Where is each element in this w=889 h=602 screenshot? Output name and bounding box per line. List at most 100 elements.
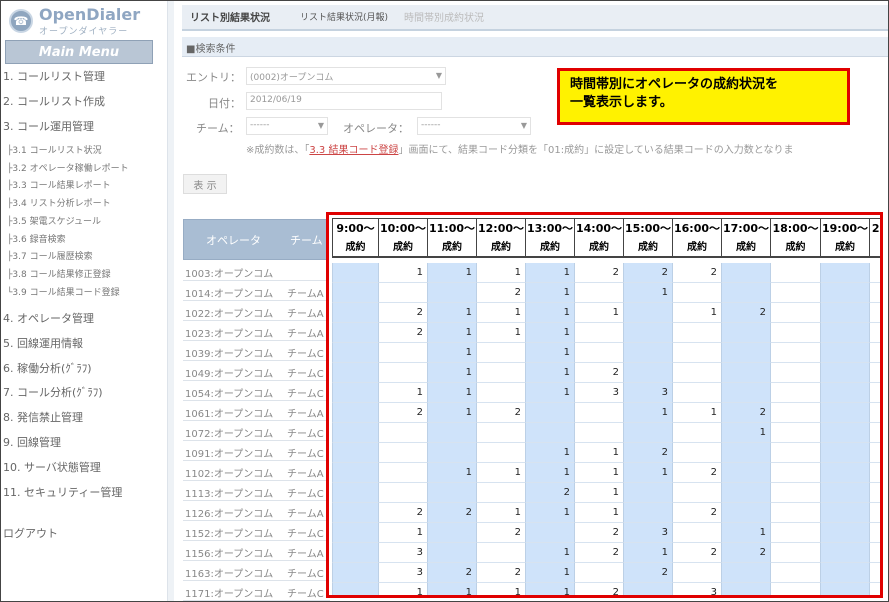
team-name: チームA xyxy=(287,309,324,320)
table-cell xyxy=(770,343,820,363)
table-cell xyxy=(770,443,820,463)
table-cell xyxy=(378,343,427,363)
table-cell: 2 xyxy=(427,503,476,523)
logout-link[interactable]: ログアウト xyxy=(3,525,58,541)
sidebar-subitem[interactable]: ├3.6 録音検索 xyxy=(7,232,66,245)
table-cell: 2 xyxy=(378,303,427,323)
sidebar-subitem[interactable]: ├3.3 コール結果レポート xyxy=(7,178,111,191)
table-cell xyxy=(332,363,378,383)
table-cell xyxy=(869,263,880,283)
table-cell: 1 xyxy=(378,263,427,283)
team-name: チームC xyxy=(287,369,324,380)
table-cell xyxy=(427,543,476,563)
chevron-down-icon: ▼ xyxy=(520,121,527,130)
table-cell: 2 xyxy=(721,543,770,563)
table-cell xyxy=(332,263,378,283)
table-cell xyxy=(770,383,820,403)
result-code-link[interactable]: 3.3 結果コード登録 xyxy=(309,145,398,156)
table-cell xyxy=(672,323,721,343)
sidebar-item-call-operations[interactable]: 3. コール運用管理 xyxy=(3,118,94,134)
entry-select-value: (0002)オープンコム xyxy=(250,73,334,83)
display-button[interactable]: 表 示 xyxy=(183,174,227,194)
table-cell xyxy=(623,423,672,443)
table-cell xyxy=(820,283,869,303)
table-cell xyxy=(820,263,869,283)
sidebar-subitem[interactable]: ├3.7 コール履歴検索 xyxy=(7,249,93,262)
table-cell xyxy=(770,463,820,483)
sidebar-item[interactable]: 8. 発信禁止管理 xyxy=(3,409,83,425)
table-cell xyxy=(820,443,869,463)
date-input[interactable]: 2012/06/19 xyxy=(246,92,442,110)
sidebar-item[interactable]: 5. 回線運用情報 xyxy=(3,335,83,351)
sidebar-item[interactable]: 4. オペレータ管理 xyxy=(3,310,94,326)
sidebar-subitem[interactable]: ├3.2 オペレータ稼働レポート xyxy=(7,161,129,174)
table-cell: 1 xyxy=(525,583,574,595)
table-cell xyxy=(525,423,574,443)
column-header-operator: オペレータ xyxy=(206,234,261,247)
sidebar-item[interactable]: 11. セキュリティー管理 xyxy=(3,484,122,500)
sidebar-item[interactable]: 7. コール分析(ｸﾞﾗﾌ) xyxy=(3,384,103,400)
table-cell: 1 xyxy=(525,263,574,283)
sidebar-subitem[interactable]: ├3.5 架電スケジュール xyxy=(7,214,101,227)
column-header-team: チーム xyxy=(290,234,323,247)
team-name: チームA xyxy=(287,329,324,340)
operator-name: 1156:オープンコム xyxy=(185,549,274,560)
table-cell xyxy=(869,403,880,423)
sidebar-item[interactable]: 10. サーバ状態管理 xyxy=(3,459,101,475)
table-cell xyxy=(820,383,869,403)
operator-select[interactable]: ------ ▼ xyxy=(417,117,531,135)
table-cell xyxy=(869,563,880,583)
team-name: チームC xyxy=(287,389,324,400)
table-cell: 1 xyxy=(525,343,574,363)
table-cell xyxy=(332,463,378,483)
sidebar-item[interactable]: 6. 稼働分析(ｸﾞﾗﾌ) xyxy=(3,360,92,376)
operator-name: 1171:オープンコム xyxy=(185,589,274,600)
table-row: 1102:オープンコム チームA xyxy=(183,461,330,481)
operator-name: 1126:オープンコム xyxy=(185,509,274,520)
logo-subtitle: オープンダイヤラー xyxy=(39,27,129,37)
tab-list-results[interactable]: リスト別結果状況 xyxy=(190,9,270,24)
sidebar: ☎ OpenDialer オープンダイヤラー Main Menu 1. コールリ… xyxy=(1,1,174,601)
tab-hourly-contracts[interactable]: 時間帯別成約状況 xyxy=(404,9,484,24)
table-cell xyxy=(427,443,476,463)
table-cell xyxy=(770,363,820,383)
table-cell xyxy=(770,303,820,323)
table-cell: 1 xyxy=(623,283,672,303)
operator-name: 1014:オープンコム xyxy=(185,289,274,300)
table-cell xyxy=(721,463,770,483)
sidebar-subitem[interactable]: └3.9 コール結果コード登録 xyxy=(7,285,120,298)
table-row: 1091:オープンコム チームC xyxy=(183,441,330,461)
tab-list-monthly[interactable]: リスト結果状況(月報) xyxy=(300,10,388,23)
table-cell: 1 xyxy=(623,463,672,483)
sidebar-subitem[interactable]: ├3.8 コール結果修正登録 xyxy=(7,267,111,280)
table-cell xyxy=(623,303,672,323)
operator-table-header: オペレータ チーム xyxy=(183,219,330,260)
table-cell xyxy=(869,383,880,403)
entry-select[interactable]: (0002)オープンコム ▼ xyxy=(246,67,446,85)
sidebar-item-call-list-creation[interactable]: 2. コールリスト作成 xyxy=(3,93,105,109)
table-cell: 2 xyxy=(672,263,721,283)
operator-name: 1163:オープンコム xyxy=(185,569,274,580)
hour-subheader: 成約 xyxy=(770,238,820,258)
table-cell xyxy=(869,543,880,563)
sidebar-item-call-list-management[interactable]: 1. コールリスト管理 xyxy=(3,68,105,84)
operator-name: 1091:オープンコム xyxy=(185,449,274,460)
sidebar-subitem[interactable]: ├3.1 コールリスト状況 xyxy=(7,143,102,156)
sidebar-subitem[interactable]: ├3.4 リスト分析レポート xyxy=(7,196,111,209)
team-name: チームC xyxy=(287,569,324,580)
table-cell: 2 xyxy=(476,523,525,543)
table-cell: 1 xyxy=(476,323,525,343)
team-select-value: ------ xyxy=(250,120,270,130)
table-cell xyxy=(770,283,820,303)
table-cell: 3 xyxy=(378,543,427,563)
table-cell: 2 xyxy=(476,403,525,423)
logo-title: OpenDialer xyxy=(39,5,141,24)
sidebar-item[interactable]: 9. 回線管理 xyxy=(3,434,61,450)
table-cell xyxy=(427,423,476,443)
team-select[interactable]: ------ ▼ xyxy=(246,117,328,135)
table-cell xyxy=(427,283,476,303)
table-cell xyxy=(770,423,820,443)
table-cell xyxy=(721,483,770,503)
team-name: チームC xyxy=(287,449,324,460)
table-cell: 1 xyxy=(672,303,721,323)
